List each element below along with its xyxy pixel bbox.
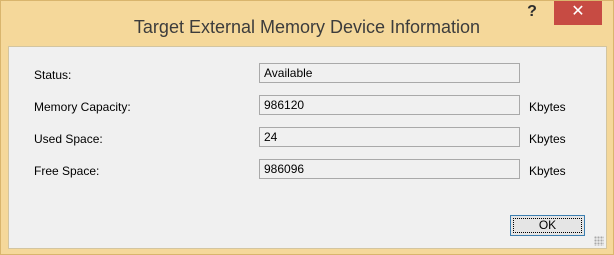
memory-capacity-field[interactable]: 986120 [259,95,520,115]
dialog-content: Status: Available Memory Capacity: 98612… [8,46,607,249]
used-space-row: Used Space: 24 Kbytes [9,127,606,151]
memory-capacity-unit: Kbytes [529,100,566,114]
used-space-field[interactable]: 24 [259,127,520,147]
used-space-label: Used Space: [34,132,103,146]
memory-capacity-label: Memory Capacity: [34,100,131,114]
memory-capacity-row: Memory Capacity: 986120 Kbytes [9,95,606,119]
focus-rectangle [513,218,582,233]
status-row: Status: Available [9,63,606,87]
resize-grip-icon[interactable] [594,236,604,246]
used-space-unit: Kbytes [529,132,566,146]
free-space-label: Free Space: [34,164,100,178]
status-field[interactable]: Available [259,63,520,83]
free-space-row: Free Space: 986096 Kbytes [9,159,606,183]
title-bar[interactable]: Target External Memory Device Informatio… [1,1,613,46]
help-button[interactable]: ? [517,1,547,25]
close-button[interactable]: ✕ [554,1,602,25]
status-label: Status: [34,68,72,82]
free-space-unit: Kbytes [529,164,566,178]
dialog-window: Target External Memory Device Informatio… [0,0,614,255]
ok-button[interactable]: OK [510,215,585,236]
free-space-field[interactable]: 986096 [259,159,520,179]
